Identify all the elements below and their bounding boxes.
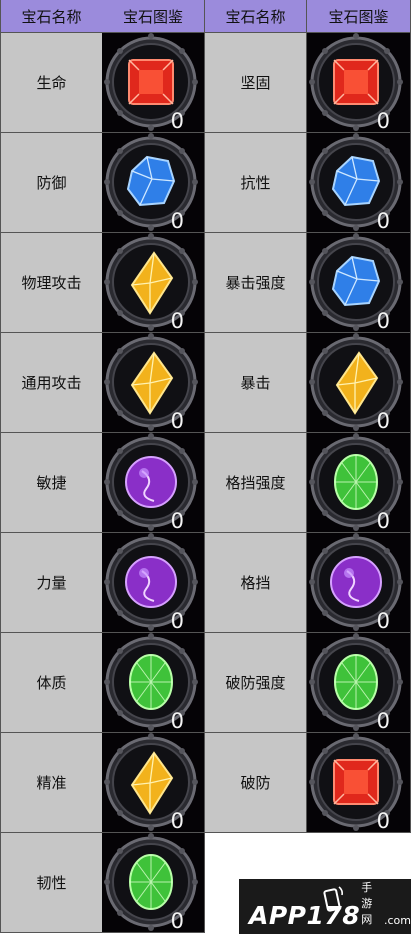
gem-count: 0: [170, 509, 184, 533]
phone-icon: [323, 886, 343, 912]
gem-name-cell: 格挡强度: [205, 433, 307, 533]
green-gem-icon: [309, 633, 403, 731]
gem-name-cell: 精准: [0, 733, 103, 833]
gem-count: 0: [376, 509, 390, 533]
gem-image-cell: 0: [102, 633, 205, 733]
watermark-suffix: 手游网: [361, 881, 373, 926]
purple-gem-icon: [104, 533, 198, 631]
green-gem-icon: [309, 433, 403, 531]
gem-image-cell: 0: [307, 533, 411, 633]
gem-count: 0: [376, 209, 390, 233]
yellow-gem-icon: [309, 333, 403, 431]
column-header: 宝石名称: [0, 0, 103, 33]
gem-count: 0: [376, 709, 390, 733]
gem-name-cell: 敏捷: [0, 433, 103, 533]
gem-count: 0: [170, 309, 184, 333]
yellow-gem-icon: [104, 733, 198, 831]
column-header: 宝石图鉴: [307, 0, 411, 33]
gem-count: 0: [170, 709, 184, 733]
gem-name-cell: 抗性: [205, 133, 307, 233]
watermark-domain: .com: [384, 914, 411, 927]
gem-name-cell: 力量: [0, 533, 103, 633]
gem-image-cell: 0: [102, 233, 205, 333]
yellow-gem-icon: [104, 333, 198, 431]
watermark-logo: APP178 手游网 .com: [239, 879, 411, 934]
gem-count: 0: [376, 309, 390, 333]
gem-count: 0: [170, 909, 184, 933]
gem-count: 0: [376, 409, 390, 433]
gem-name-cell: 物理攻击: [0, 233, 103, 333]
purple-gem-icon: [309, 533, 403, 631]
gem-count: 0: [170, 109, 184, 133]
gem-image-cell: 0: [102, 833, 205, 933]
gem-image-cell: 0: [307, 233, 411, 333]
gem-count: 0: [170, 609, 184, 633]
gem-count: 0: [376, 609, 390, 633]
gem-count: 0: [170, 409, 184, 433]
purple-gem-icon: [104, 433, 198, 531]
gem-image-cell: 0: [102, 333, 205, 433]
gem-name-cell: 暴击强度: [205, 233, 307, 333]
gem-image-cell: 0: [307, 633, 411, 733]
red-gem-icon: [104, 33, 198, 131]
gem-name-cell: 破防: [205, 733, 307, 833]
gem-name-cell: 暴击: [205, 333, 307, 433]
gem-name-cell: 坚固: [205, 33, 307, 133]
gem-count: 0: [170, 209, 184, 233]
column-header: 宝石图鉴: [102, 0, 205, 33]
gem-image-cell: 0: [307, 433, 411, 533]
gem-name-cell: 格挡: [205, 533, 307, 633]
gem-name-cell: 体质: [0, 633, 103, 733]
gem-image-cell: 0: [102, 433, 205, 533]
gem-count: 0: [376, 809, 390, 833]
gem-table: 宝石名称 宝石图鉴 宝石名称 宝石图鉴 生命 0 坚固 0 防御 0 抗性 0 物理攻击 0 暴击强度 0 通用…: [0, 0, 411, 934]
red-gem-icon: [309, 733, 403, 831]
gem-image-cell: 0: [307, 33, 411, 133]
gem-image-cell: 0: [307, 333, 411, 433]
blue-gem-icon: [309, 233, 403, 331]
gem-count: 0: [170, 809, 184, 833]
gem-count: 0: [376, 109, 390, 133]
gem-image-cell: 0: [102, 133, 205, 233]
column-header: 宝石名称: [205, 0, 307, 33]
green-gem-icon: [104, 633, 198, 731]
blue-gem-icon: [309, 133, 403, 231]
green-gem-icon: [104, 833, 198, 931]
gem-image-cell: 0: [102, 33, 205, 133]
gem-name-cell: 破防强度: [205, 633, 307, 733]
red-gem-icon: [309, 33, 403, 131]
gem-name-cell: 通用攻击: [0, 333, 103, 433]
gem-image-cell: 0: [307, 733, 411, 833]
blue-gem-icon: [104, 133, 198, 231]
gem-image-cell: 0: [307, 133, 411, 233]
gem-image-cell: 0: [102, 533, 205, 633]
gem-name-cell: 生命: [0, 33, 103, 133]
gem-image-cell: 0: [102, 733, 205, 833]
yellow-gem-icon: [104, 233, 198, 331]
gem-name-cell: 韧性: [0, 833, 103, 933]
gem-name-cell: 防御: [0, 133, 103, 233]
